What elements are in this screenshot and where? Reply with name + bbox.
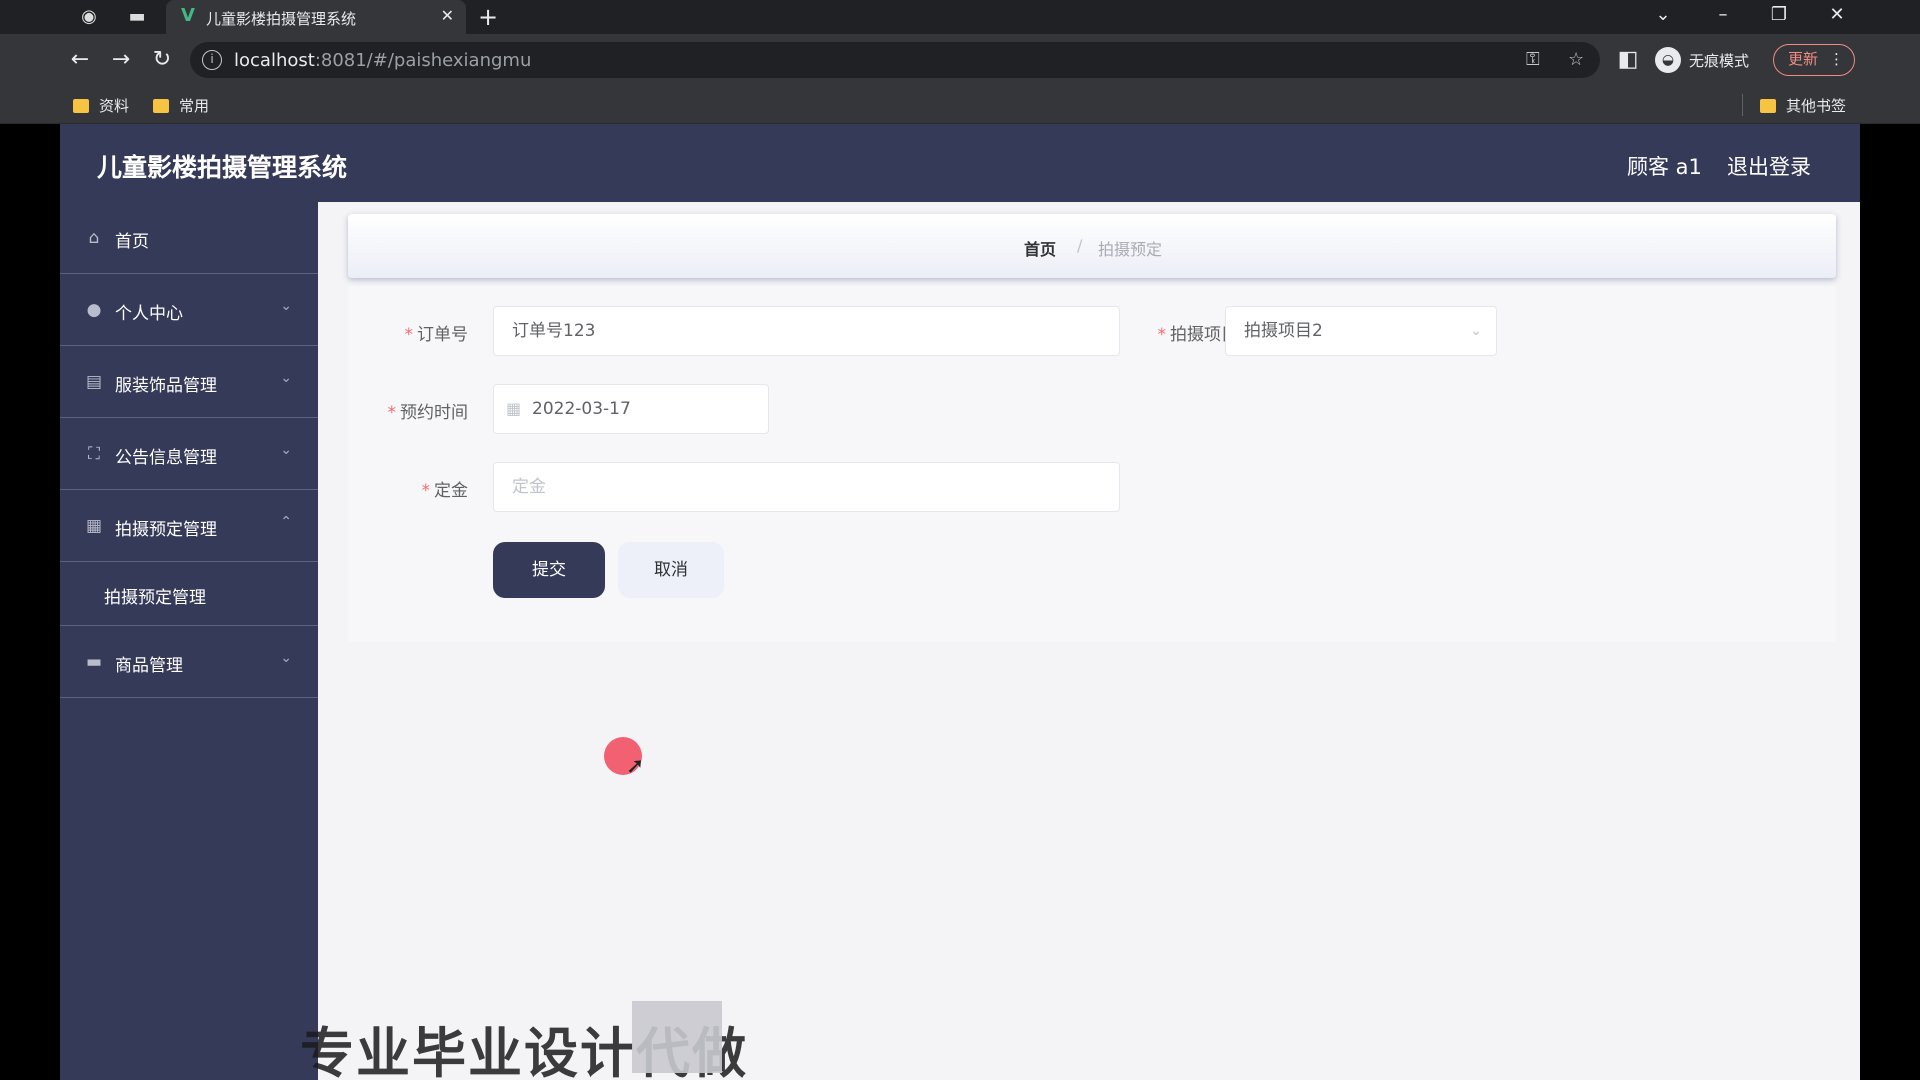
folder-icon: [153, 98, 169, 113]
update-button[interactable]: 更新 ⋮: [1773, 44, 1855, 76]
address-bar[interactable]: i localhost:8081/#/paishexiangmu ⚿ ☆: [190, 42, 1600, 78]
submit-button[interactable]: 提交: [493, 542, 605, 598]
sidebar: ⌂ 首页 ● 个人中心 ⌄ ▤ 服装饰品管理 ⌄ ⛶ 公告信息管理 ⌄ ▦ 拍摄…: [60, 202, 318, 1080]
deposit-label: * 定金: [421, 481, 469, 501]
side-panel-icon[interactable]: ◧: [1614, 46, 1642, 74]
folder-icon: [1760, 98, 1776, 113]
current-user: 顾客 a1: [1627, 155, 1702, 179]
announcement-icon: ⛶: [88, 444, 100, 464]
vue-favicon-icon: V: [181, 5, 195, 26]
window-close-icon[interactable]: ✕: [1817, 4, 1857, 25]
user-icon: ●: [86, 300, 102, 320]
blur-overlay: [632, 1001, 722, 1073]
bookmark-folder[interactable]: 资料: [73, 95, 129, 116]
tab-title: 儿童影楼拍摄管理系统: [206, 10, 357, 28]
app-page: 儿童影楼拍摄管理系统 顾客 a1 退出登录 ⌂ 首页 ● 个人中心 ⌄ ▤ 服装…: [60, 124, 1860, 1080]
other-bookmarks[interactable]: 其他书签: [1760, 95, 1846, 116]
chevron-down-icon: ⌄: [280, 650, 292, 666]
reload-icon[interactable]: ↻: [148, 46, 176, 74]
close-icon[interactable]: ✕: [441, 6, 454, 25]
clipboard-icon: ▤: [85, 372, 103, 392]
breadcrumb: 首页 / 拍摄预定: [348, 214, 1836, 278]
breadcrumb-current: 拍摄预定: [1098, 240, 1163, 259]
chevron-down-icon: ⌄: [280, 370, 292, 386]
mouse-cursor-icon: ➚: [626, 754, 645, 779]
main-content: 首页 / 拍摄预定 * 订单号 订单号123 * 拍摄项目 拍摄项目2 ⌄ * 预约时…: [318, 202, 1860, 1080]
chevron-down-icon[interactable]: ⌄: [1643, 4, 1683, 25]
bookmark-folder[interactable]: 常用: [153, 95, 209, 116]
grid-icon: ▦: [85, 516, 103, 536]
calendar-icon: ▦: [506, 399, 522, 418]
folder-icon: [73, 98, 89, 113]
chevron-down-icon: ⌄: [280, 298, 292, 314]
tab-bar: ◉ ▬ V 儿童影楼拍摄管理系统 ✕ + ⌄ – ❐ ✕: [0, 0, 1920, 34]
booking-form: * 订单号 订单号123 * 拍摄项目 拍摄项目2 ⌄ * 预约时间 ▦ 2022-0…: [348, 286, 1836, 642]
profile-icon[interactable]: ◉: [77, 5, 101, 29]
sidebar-item-announcement[interactable]: ⛶ 公告信息管理 ⌄: [60, 418, 318, 490]
sidebar-subitem-shoot-booking[interactable]: 拍摄预定管理: [60, 562, 318, 626]
deposit-input[interactable]: 定金: [493, 462, 1120, 512]
tab-search-icon[interactable]: ▬: [125, 5, 149, 29]
order-no-input[interactable]: 订单号123: [493, 306, 1120, 356]
reserve-time-picker[interactable]: ▦ 2022-03-17: [493, 384, 769, 434]
browser-chrome: ◉ ▬ V 儿童影楼拍摄管理系统 ✕ + ⌄ – ❐ ✕ ← → ↻ i loc…: [0, 0, 1920, 124]
new-tab-icon[interactable]: +: [478, 3, 498, 31]
sidebar-item-goods[interactable]: ▬ 商品管理 ⌄: [60, 626, 318, 698]
sidebar-item-shoot-booking[interactable]: ▦ 拍摄预定管理 ⌃: [60, 490, 318, 562]
app-header: 儿童影楼拍摄管理系统 顾客 a1 退出登录: [60, 124, 1860, 202]
restore-icon[interactable]: ❐: [1759, 4, 1799, 25]
breadcrumb-home[interactable]: 首页: [1024, 236, 1056, 260]
bookmark-divider: [1742, 94, 1743, 116]
incognito-icon: ◒: [1655, 47, 1681, 73]
chevron-up-icon: ⌃: [280, 514, 292, 530]
browser-tab[interactable]: V 儿童影楼拍摄管理系统 ✕: [166, 0, 466, 34]
sidebar-item-personal-center[interactable]: ● 个人中心 ⌄: [60, 274, 318, 346]
sidebar-item-home[interactable]: ⌂ 首页: [60, 202, 318, 274]
home-icon: ⌂: [88, 228, 100, 248]
goods-icon: ▬: [85, 652, 103, 672]
forward-icon[interactable]: →: [107, 46, 135, 74]
info-icon[interactable]: i: [202, 50, 222, 70]
minimize-icon[interactable]: –: [1703, 4, 1743, 25]
back-icon[interactable]: ←: [66, 46, 94, 74]
incognito-indicator[interactable]: ◒ 无痕模式: [1655, 45, 1749, 75]
project-label: * 拍摄项目: [1157, 325, 1239, 345]
bookmarks-bar: 资料 常用 其他书签: [0, 86, 1920, 124]
project-select[interactable]: 拍摄项目2 ⌄: [1225, 306, 1497, 356]
breadcrumb-separator: /: [1077, 236, 1083, 255]
chevron-down-icon: ⌄: [280, 442, 292, 458]
app-title: 儿童影楼拍摄管理系统: [97, 153, 348, 182]
sidebar-item-costume[interactable]: ▤ 服装饰品管理 ⌄: [60, 346, 318, 418]
url-text: localhost:8081/#/paishexiangmu: [234, 50, 532, 71]
key-icon[interactable]: ⚿: [1526, 49, 1540, 70]
logout-link[interactable]: 退出登录: [1727, 151, 1811, 181]
chevron-down-icon: ⌄: [1470, 323, 1482, 339]
browser-toolbar: ← → ↻ i localhost:8081/#/paishexiangmu ⚿…: [0, 34, 1920, 86]
order-no-label: * 订单号: [404, 325, 469, 345]
cancel-button[interactable]: 取消: [618, 542, 724, 598]
star-icon[interactable]: ☆: [1568, 49, 1584, 70]
reserve-time-label: * 预约时间: [387, 403, 469, 423]
menu-dots-icon: ⋮: [1829, 50, 1844, 68]
